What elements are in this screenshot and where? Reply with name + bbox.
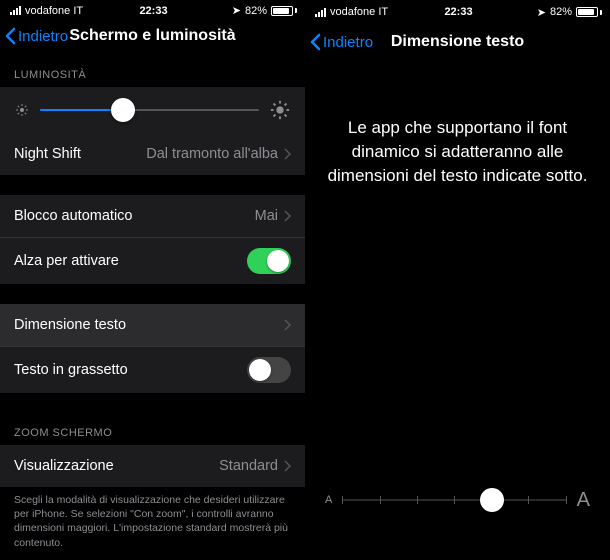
back-button[interactable]: Indietro xyxy=(4,27,68,45)
signal-icon xyxy=(315,8,326,17)
text-size-slider-row: A A xyxy=(305,488,610,512)
location-icon: ➤ xyxy=(232,4,241,17)
auto-lock-value: Mai xyxy=(255,208,278,224)
page-title: Dimensione testo xyxy=(391,33,524,51)
bold-text-toggle[interactable] xyxy=(247,357,291,383)
night-shift-value: Dal tramonto all'alba xyxy=(146,146,278,162)
page-title: Schermo e luminosità xyxy=(69,27,235,45)
nav-bar: Indietro Dimensione testo xyxy=(305,22,610,64)
display-zoom-row[interactable]: Visualizzazione Standard xyxy=(0,445,305,487)
chevron-left-icon xyxy=(309,33,321,51)
night-shift-label: Night Shift xyxy=(14,146,81,162)
back-label: Indietro xyxy=(18,28,68,45)
brightness-slider[interactable] xyxy=(40,109,259,111)
brightness-slider-row xyxy=(0,87,305,133)
clock: 22:33 xyxy=(106,5,202,17)
chevron-right-icon xyxy=(284,148,291,160)
raise-to-wake-row: Alza per attivare xyxy=(0,237,305,284)
text-size-slider[interactable] xyxy=(342,488,566,512)
carrier-label: vodafone IT xyxy=(25,5,83,17)
bold-text-row: Testo in grassetto xyxy=(0,346,305,393)
auto-lock-label: Blocco automatico xyxy=(14,208,132,224)
display-zoom-value: Standard xyxy=(219,458,278,474)
battery-icon xyxy=(576,7,602,17)
screen-display-brightness: vodafone IT 22:33 ➤ 82% Indietro Schermo… xyxy=(0,0,305,542)
raise-to-wake-toggle[interactable] xyxy=(247,248,291,274)
zoom-footer-text: Scegli la modalità di visualizzazione ch… xyxy=(0,487,305,560)
bold-text-label: Testo in grassetto xyxy=(14,362,128,378)
section-header-brightness: LUMINOSITÀ xyxy=(0,55,305,87)
sun-small-icon xyxy=(14,102,30,118)
section-header-zoom: ZOOM SCHERMO xyxy=(0,413,305,445)
back-label: Indietro xyxy=(323,34,373,51)
back-button[interactable]: Indietro xyxy=(309,33,373,51)
signal-icon xyxy=(10,6,21,15)
letter-large-icon: A xyxy=(577,489,590,512)
night-shift-row[interactable]: Night Shift Dal tramonto all'alba xyxy=(0,133,305,175)
battery-icon xyxy=(271,6,297,16)
status-bar: vodafone IT 22:33 ➤ 82% xyxy=(0,0,305,19)
screen-text-size: vodafone IT 22:33 ➤ 82% Indietro Dimensi… xyxy=(305,0,610,542)
sun-large-icon xyxy=(269,99,291,121)
text-size-label: Dimensione testo xyxy=(14,317,126,333)
carrier-label: vodafone IT xyxy=(330,6,388,18)
location-icon: ➤ xyxy=(537,6,546,19)
chevron-left-icon xyxy=(4,27,16,45)
clock: 22:33 xyxy=(411,6,507,18)
chevron-right-icon xyxy=(284,210,291,222)
text-size-row[interactable]: Dimensione testo xyxy=(0,304,305,346)
chevron-right-icon xyxy=(284,319,291,331)
dynamic-type-message: Le app che supportano il font dinamico s… xyxy=(305,64,610,187)
auto-lock-row[interactable]: Blocco automatico Mai xyxy=(0,195,305,237)
battery-percent: 82% xyxy=(245,5,267,17)
brightness-slider-thumb[interactable] xyxy=(111,98,135,122)
nav-bar: Indietro Schermo e luminosità xyxy=(0,19,305,55)
display-zoom-label: Visualizzazione xyxy=(14,458,114,474)
raise-to-wake-label: Alza per attivare xyxy=(14,253,119,269)
text-size-slider-thumb[interactable] xyxy=(480,488,504,512)
status-bar: vodafone IT 22:33 ➤ 82% xyxy=(305,0,610,22)
letter-small-icon: A xyxy=(325,494,332,506)
battery-percent: 82% xyxy=(550,6,572,18)
chevron-right-icon xyxy=(284,460,291,472)
